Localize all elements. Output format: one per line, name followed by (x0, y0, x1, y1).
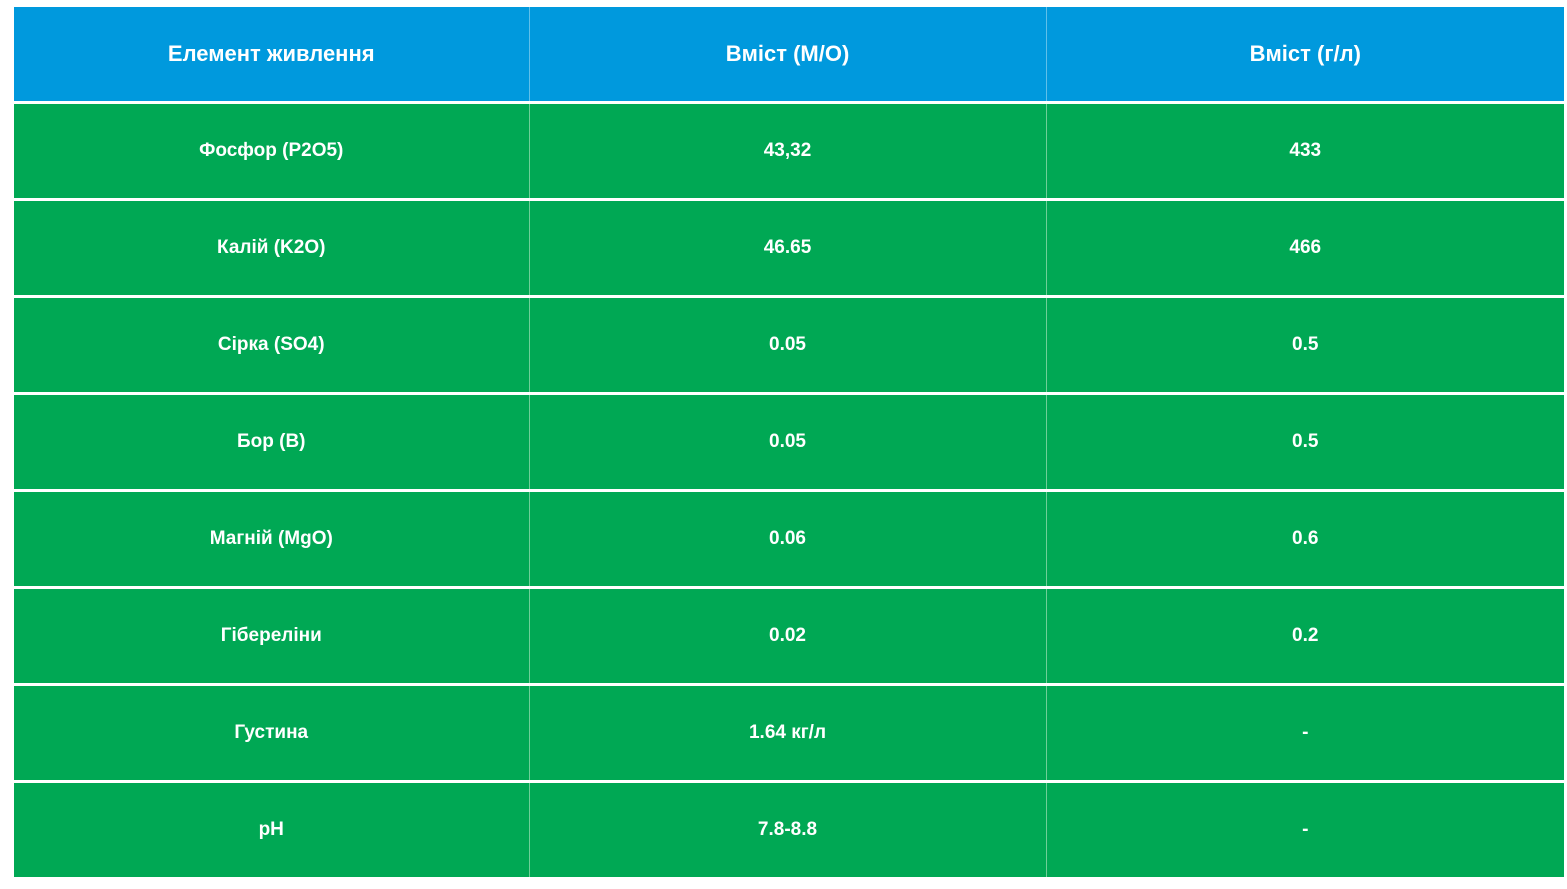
cell-nutrient: Бор (B) (14, 393, 529, 491)
cell-content-gl: 466 (1045, 199, 1564, 297)
header-content-gl: Вміст (г/л) (1045, 7, 1564, 103)
cell-content-gl: - (1045, 684, 1564, 782)
cell-content-mass: 0.05 (528, 393, 1046, 491)
table-row: Магній (MgO) 0.06 0.6 (14, 490, 1564, 588)
table-row: Густина 1.64 кг/л - (14, 684, 1564, 782)
cell-content-gl: - (1045, 781, 1564, 877)
cell-nutrient: Магній (MgO) (14, 490, 529, 588)
table-row: Калій (K2O) 46.65 466 (14, 199, 1564, 297)
cell-nutrient: Гібереліни (14, 587, 529, 685)
cell-content-mass: 0.05 (528, 296, 1046, 394)
cell-nutrient: Калій (K2O) (14, 199, 529, 297)
cell-nutrient: pH (14, 781, 529, 877)
cell-content-gl: 433 (1045, 102, 1564, 200)
cell-nutrient: Сірка (SO4) (14, 296, 529, 394)
table-row: pH 7.8-8.8 - (14, 781, 1564, 877)
table-row: Сірка (SO4) 0.05 0.5 (14, 296, 1564, 394)
table-row: Фосфор (P2O5) 43,32 433 (14, 102, 1564, 200)
cell-content-mass: 43,32 (528, 102, 1046, 200)
nutrient-table-container: Елемент живлення Вміст (М/О) Вміст (г/л)… (14, 7, 1564, 877)
cell-content-mass: 7.8-8.8 (528, 781, 1046, 877)
table-body: Фосфор (P2O5) 43,32 433 Калій (K2O) 46.6… (14, 102, 1564, 877)
table-row: Гібереліни 0.02 0.2 (14, 587, 1564, 685)
cell-content-gl: 0.5 (1045, 296, 1564, 394)
header-content-mass: Вміст (М/О) (528, 7, 1046, 103)
cell-nutrient: Фосфор (P2O5) (14, 102, 529, 200)
table-row: Бор (B) 0.05 0.5 (14, 393, 1564, 491)
header-row: Елемент живлення Вміст (М/О) Вміст (г/л) (14, 7, 1564, 103)
cell-content-mass: 0.06 (528, 490, 1046, 588)
cell-content-mass: 0.02 (528, 587, 1046, 685)
table-header: Елемент живлення Вміст (М/О) Вміст (г/л) (14, 7, 1564, 103)
cell-content-gl: 0.6 (1045, 490, 1564, 588)
cell-content-mass: 1.64 кг/л (528, 684, 1046, 782)
cell-content-gl: 0.2 (1045, 587, 1564, 685)
cell-content-gl: 0.5 (1045, 393, 1564, 491)
header-nutrient: Елемент живлення (14, 7, 529, 103)
cell-content-mass: 46.65 (528, 199, 1046, 297)
nutrient-table: Елемент живлення Вміст (М/О) Вміст (г/л)… (14, 7, 1564, 877)
cell-nutrient: Густина (14, 684, 529, 782)
